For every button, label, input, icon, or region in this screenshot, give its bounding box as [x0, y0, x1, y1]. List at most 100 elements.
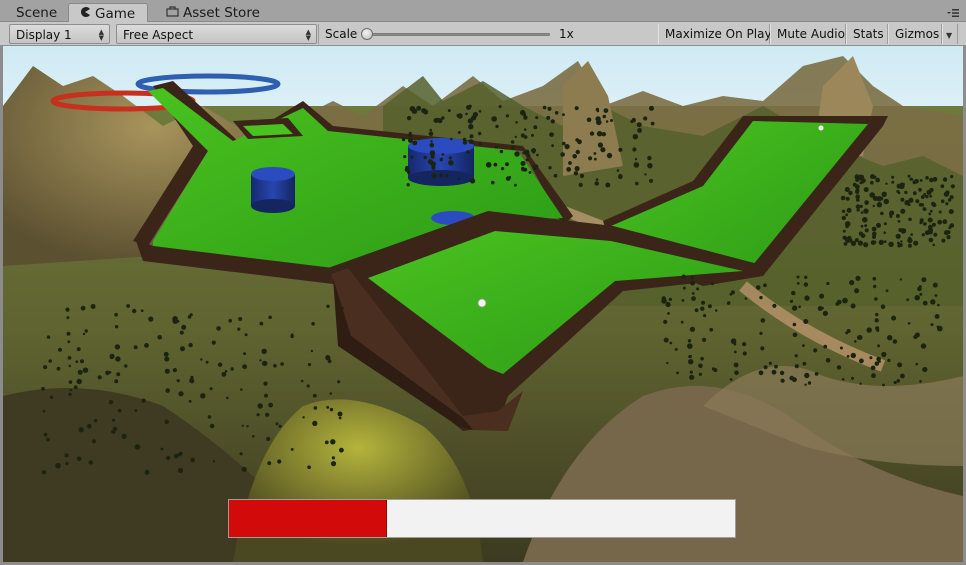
tree [179, 330, 184, 335]
tree [796, 275, 800, 279]
tree [755, 285, 761, 290]
game-viewport[interactable] [3, 46, 963, 562]
tree [780, 378, 785, 383]
tree [58, 347, 62, 352]
aspect-dropdown[interactable]: Free Aspect ▲ ▼ [116, 24, 317, 44]
tree [431, 172, 437, 179]
tree [872, 276, 877, 281]
scale-value: 1x [559, 27, 574, 41]
tree [922, 366, 928, 373]
tree [144, 343, 149, 348]
tree [763, 365, 768, 370]
tree [714, 309, 718, 312]
tree [632, 147, 637, 152]
tree [511, 145, 515, 150]
tree [595, 107, 600, 112]
gizmos-toggle[interactable]: Gizmos [888, 24, 942, 44]
tree [875, 312, 879, 317]
tree [898, 228, 903, 232]
tree [842, 235, 847, 240]
scale-slider-knob[interactable] [361, 28, 373, 40]
tree [709, 327, 714, 332]
tree [573, 171, 579, 176]
tree [498, 105, 502, 109]
tree [914, 179, 919, 184]
tree [861, 175, 864, 178]
tab-scene[interactable]: Scene [2, 3, 67, 23]
tree [533, 125, 538, 130]
tree [67, 340, 71, 344]
mute-audio-toggle[interactable]: Mute Audio [770, 24, 846, 44]
tree [603, 108, 609, 113]
tree [521, 166, 525, 171]
tree [330, 439, 336, 445]
tree [246, 425, 249, 428]
tree [896, 379, 901, 383]
tree [212, 460, 216, 463]
tree [933, 232, 938, 237]
scale-slider-track[interactable] [366, 33, 550, 36]
tree [338, 416, 342, 420]
tree [850, 303, 856, 309]
tree [491, 116, 497, 122]
tree [855, 204, 861, 209]
tree [324, 440, 329, 445]
tree [97, 375, 102, 380]
tree [262, 360, 268, 367]
tree [841, 215, 846, 221]
tree [48, 359, 52, 363]
tree [522, 151, 526, 155]
tree [181, 324, 187, 330]
tree [798, 305, 801, 309]
panel-menu-icon[interactable] [946, 7, 960, 17]
tree [406, 115, 412, 121]
tree [178, 391, 184, 397]
tree [688, 359, 694, 365]
tree [876, 202, 883, 208]
tree [586, 117, 592, 123]
tree [264, 393, 268, 398]
tree [711, 282, 714, 286]
gizmos-dropdown-button[interactable]: ▼ [942, 24, 958, 44]
tree [268, 402, 273, 408]
tree [259, 359, 262, 362]
tree [908, 236, 912, 240]
tree [265, 412, 270, 417]
tree [826, 281, 830, 286]
tree [241, 424, 244, 427]
tree [870, 365, 876, 371]
maximize-on-play-toggle[interactable]: Maximize On Play [658, 24, 772, 44]
tree [897, 362, 903, 368]
tree [899, 243, 903, 247]
pacman-icon [79, 4, 91, 24]
tree [252, 434, 255, 438]
tree [595, 116, 601, 122]
tree [707, 304, 712, 309]
tree [595, 178, 599, 181]
tree [112, 418, 115, 422]
tree [696, 287, 700, 291]
tree [546, 115, 551, 120]
tab-asset-store[interactable]: Asset Store [156, 3, 270, 23]
tree [160, 447, 164, 451]
tree [618, 174, 623, 179]
tree [893, 380, 897, 385]
display-dropdown[interactable]: Display 1 ▲ ▼ [9, 24, 110, 44]
tree [75, 360, 79, 364]
tree [505, 114, 509, 118]
tree [519, 109, 526, 116]
tree [814, 372, 819, 376]
tree [548, 166, 552, 170]
tab-game[interactable]: Game [68, 3, 148, 23]
tree [872, 235, 876, 239]
tree [758, 370, 764, 376]
tree [117, 408, 122, 413]
tree [108, 371, 112, 374]
tree [759, 295, 763, 300]
tree [588, 156, 593, 161]
tree [331, 456, 335, 460]
tree [568, 161, 572, 165]
tree [919, 380, 922, 383]
tree [114, 379, 119, 384]
stats-toggle[interactable]: Stats [846, 24, 888, 44]
